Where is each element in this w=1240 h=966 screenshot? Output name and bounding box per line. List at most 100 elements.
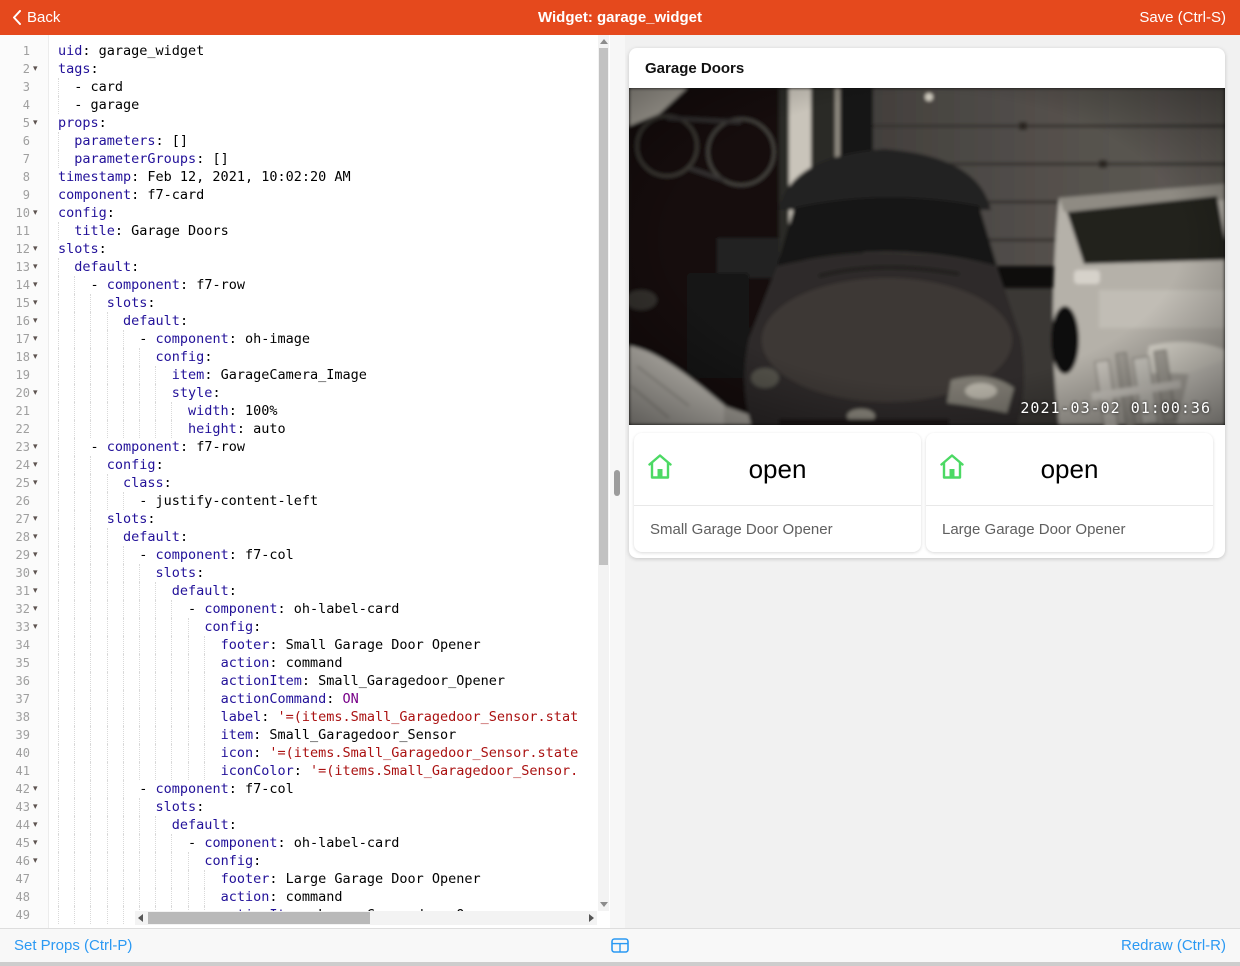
fold-arrow-icon[interactable]: ▾ (33, 798, 45, 816)
code-line[interactable]: 33▾ config: (0, 618, 597, 636)
editor-horizontal-scrollbar[interactable] (135, 911, 597, 925)
fold-arrow-icon[interactable]: ▾ (33, 510, 45, 528)
code-line[interactable]: 13▾ default: (0, 258, 597, 276)
code-line[interactable]: 37 actionCommand: ON (0, 690, 597, 708)
code-line[interactable]: 36 actionItem: Small_Garagedoor_Opener (0, 672, 597, 690)
code-line[interactable]: 25▾ class: (0, 474, 597, 492)
fold-arrow-icon[interactable]: ▾ (33, 474, 45, 492)
fold-arrow-icon[interactable]: ▾ (33, 456, 45, 474)
label-card[interactable]: open Large Garage Door Opener (926, 433, 1213, 552)
code-line[interactable]: 41 iconColor: '=(items.Small_Garagedoor_… (0, 762, 597, 780)
code-line[interactable]: 15▾ slots: (0, 294, 597, 312)
code-line[interactable]: 32▾ - component: oh-label-card (0, 600, 597, 618)
pane-splitter[interactable] (610, 35, 625, 928)
code-line[interactable]: 47 footer: Large Garage Door Opener (0, 870, 597, 888)
fold-arrow-icon[interactable]: ▾ (33, 312, 45, 330)
code-line[interactable]: 14▾ - component: f7-row (0, 276, 597, 294)
code-line[interactable]: 19 item: GarageCamera_Image (0, 366, 597, 384)
code-line[interactable]: 26 - justify-content-left (0, 492, 597, 510)
fold-arrow-icon[interactable]: ▾ (33, 834, 45, 852)
code-line[interactable]: 11 title: Garage Doors (0, 222, 597, 240)
code-line[interactable]: 3 - card (0, 78, 597, 96)
fold-arrow-icon[interactable]: ▾ (33, 294, 45, 312)
code-line[interactable]: 21 width: 100% (0, 402, 597, 420)
code-line[interactable]: 39 item: Small_Garagedoor_Sensor (0, 726, 597, 744)
label-card[interactable]: open Small Garage Door Opener (634, 433, 921, 552)
horizontal-scroll-thumb[interactable] (148, 912, 370, 924)
code-line[interactable]: 5▾props: (0, 114, 597, 132)
code-line[interactable]: 46▾ config: (0, 852, 597, 870)
code-line[interactable]: 18▾ config: (0, 348, 597, 366)
indent-guide (58, 384, 59, 402)
scroll-down-arrow-icon[interactable] (600, 902, 608, 907)
code-line[interactable]: 9component: f7-card (0, 186, 597, 204)
code-line[interactable]: 4 - garage (0, 96, 597, 114)
indent-guide (123, 726, 124, 744)
fold-arrow-icon[interactable]: ▾ (33, 852, 45, 870)
redraw-button[interactable]: Redraw (Ctrl-R) (1121, 929, 1226, 962)
code-line[interactable]: 12▾slots: (0, 240, 597, 258)
fold-arrow-icon[interactable]: ▾ (33, 348, 45, 366)
vertical-scroll-thumb[interactable] (599, 48, 608, 565)
code-line[interactable]: 40 icon: '=(items.Small_Garagedoor_Senso… (0, 744, 597, 762)
code-line[interactable]: 22 height: auto (0, 420, 597, 438)
fold-arrow-icon[interactable]: ▾ (33, 114, 45, 132)
code-line[interactable]: 27▾ slots: (0, 510, 597, 528)
code-line[interactable]: 16▾ default: (0, 312, 597, 330)
code-token: slots (107, 511, 148, 527)
code-line[interactable]: 23▾ - component: f7-row (0, 438, 597, 456)
code-editor[interactable]: 1uid: garage_widget2▾tags:3 - card4 - ga… (0, 35, 610, 928)
fold-arrow-icon[interactable]: ▾ (33, 276, 45, 294)
scroll-right-arrow-icon[interactable] (589, 914, 594, 922)
code-token: : oh-label-card (277, 835, 399, 851)
code-line[interactable]: 17▾ - component: oh-image (0, 330, 597, 348)
code-line[interactable]: 44▾ default: (0, 816, 597, 834)
editor-vertical-scrollbar[interactable] (598, 35, 609, 911)
code-line[interactable]: 24▾ config: (0, 456, 597, 474)
indent-guide (188, 654, 189, 672)
fold-arrow-icon[interactable]: ▾ (33, 564, 45, 582)
code-line[interactable]: 30▾ slots: (0, 564, 597, 582)
code-line[interactable]: 8timestamp: Feb 12, 2021, 10:02:20 AM (0, 168, 597, 186)
code-line[interactable]: 43▾ slots: (0, 798, 597, 816)
fold-arrow-icon[interactable]: ▾ (33, 816, 45, 834)
code-line[interactable]: 42▾ - component: f7-col (0, 780, 597, 798)
scroll-up-arrow-icon[interactable] (600, 39, 608, 44)
fold-arrow-icon[interactable]: ▾ (33, 618, 45, 636)
splitter-handle[interactable] (614, 470, 620, 496)
code-token: : command (269, 889, 342, 905)
fold-arrow-icon[interactable]: ▾ (33, 330, 45, 348)
code-line[interactable]: 1uid: garage_widget (0, 42, 597, 60)
fold-arrow-icon[interactable]: ▾ (33, 546, 45, 564)
code-line[interactable]: 10▾config: (0, 204, 597, 222)
fold-arrow-icon[interactable]: ▾ (33, 204, 45, 222)
code-line[interactable]: 7 parameterGroups: [] (0, 150, 597, 168)
fold-arrow-icon[interactable]: ▾ (33, 780, 45, 798)
code-line[interactable]: 6 parameters: [] (0, 132, 597, 150)
code-line[interactable]: 38 label: '=(items.Small_Garagedoor_Sens… (0, 708, 597, 726)
code-line[interactable]: 34 footer: Small Garage Door Opener (0, 636, 597, 654)
line-number: 4 (0, 96, 30, 114)
indent-guide (74, 816, 75, 834)
fold-arrow-icon[interactable]: ▾ (33, 600, 45, 618)
code-line[interactable]: 35 action: command (0, 654, 597, 672)
fold-arrow-icon[interactable]: ▾ (33, 438, 45, 456)
fold-arrow-icon[interactable]: ▾ (33, 528, 45, 546)
code-line[interactable]: 45▾ - component: oh-label-card (0, 834, 597, 852)
scroll-left-arrow-icon[interactable] (138, 914, 143, 922)
fold-arrow-icon[interactable]: ▾ (33, 258, 45, 276)
indent-guide (123, 420, 124, 438)
split-view-button[interactable] (0, 929, 1240, 962)
fold-arrow-icon[interactable]: ▾ (33, 60, 45, 78)
code-line[interactable]: 29▾ - component: f7-col (0, 546, 597, 564)
label-card-row: open Small Garage Door Opener open Large… (629, 425, 1225, 566)
code-line[interactable]: 2▾tags: (0, 60, 597, 78)
code-line[interactable]: 20▾ style: (0, 384, 597, 402)
fold-arrow-icon[interactable]: ▾ (33, 384, 45, 402)
fold-arrow-icon[interactable]: ▾ (33, 240, 45, 258)
code-line[interactable]: 48 action: command (0, 888, 597, 906)
code-line[interactable]: 31▾ default: (0, 582, 597, 600)
fold-arrow-icon[interactable]: ▾ (33, 582, 45, 600)
save-button[interactable]: Save (Ctrl-S) (1139, 0, 1226, 35)
code-line[interactable]: 28▾ default: (0, 528, 597, 546)
